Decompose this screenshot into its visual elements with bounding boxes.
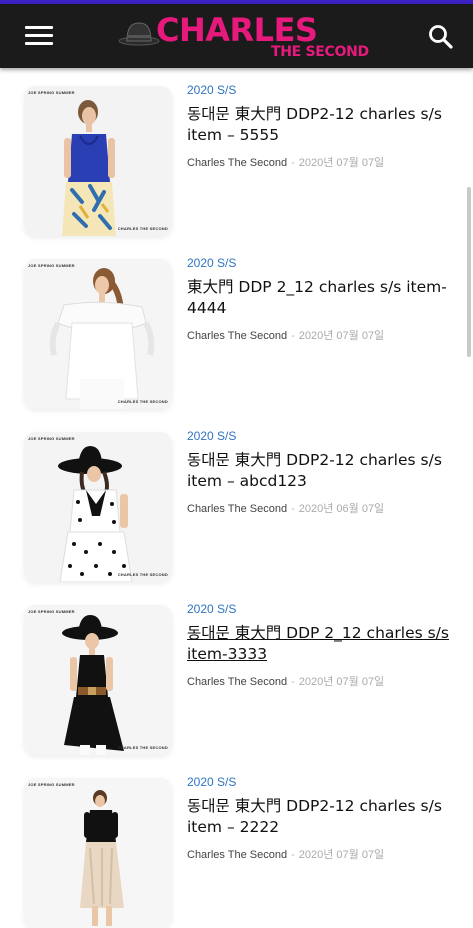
- post-title-link[interactable]: 동대문 東大門 DDP2-12 charles s/s item – 5555: [187, 104, 457, 146]
- post-date: 2020년 07월 07일: [298, 849, 385, 861]
- hat-logo-icon: [118, 22, 160, 46]
- post-author[interactable]: Charles The Second: [187, 330, 287, 342]
- model-photo-4: [24, 605, 172, 755]
- post-author[interactable]: Charles The Second: [187, 157, 287, 169]
- post-card[interactable]: JOE SPRING SUMMER CHARLES THE SECOND 202…: [0, 587, 473, 755]
- brand-logo[interactable]: CHARLES THE SECOND: [116, 8, 369, 66]
- thumb-label-top: JOE SPRING SUMMER: [28, 436, 75, 441]
- post-category-link[interactable]: 2020 S/S: [187, 256, 236, 270]
- thumb-label-bottom: CHARLES THE SECOND: [117, 745, 168, 750]
- post-title-link[interactable]: 東大門 DDP 2_12 charles s/s item-4444: [187, 277, 457, 319]
- post-title-link[interactable]: 동대문 東大門 DDP 2_12 charles s/s item-3333: [187, 623, 457, 665]
- app-header: CHARLES THE SECOND: [0, 4, 473, 68]
- post-thumbnail[interactable]: JOE SPRING SUMMER CHARLES THE SECOND: [24, 86, 172, 236]
- thumb-label-top: JOE SPRING SUMMER: [28, 782, 75, 787]
- thumb-label-top: JOE SPRING SUMMER: [28, 263, 75, 268]
- post-meta: Charles The Second -2020년 06월 07일: [187, 503, 385, 515]
- post-meta: Charles The Second -2020년 07월 07일: [187, 157, 385, 169]
- post-card[interactable]: JOE SPRING SUMMER CHARLES THE SECOND 202…: [0, 241, 473, 409]
- post-author[interactable]: Charles The Second: [187, 503, 287, 515]
- post-date: 2020년 06월 07일: [298, 503, 385, 515]
- post-date: 2020년 07월 07일: [298, 157, 385, 169]
- logo-title: CHARLES: [156, 11, 318, 49]
- model-photo-1: [24, 86, 172, 236]
- search-icon[interactable]: [427, 23, 455, 51]
- post-card[interactable]: JOE SPRING SUMMER CHARLES THE SECOND 202…: [0, 68, 473, 236]
- post-category-link[interactable]: 2020 S/S: [187, 429, 236, 443]
- post-thumbnail[interactable]: JOE SPRING SUMMER CHARLES THE SECOND: [24, 605, 172, 755]
- post-meta: Charles The Second -2020년 07월 07일: [187, 330, 385, 342]
- post-author[interactable]: Charles The Second: [187, 676, 287, 688]
- model-photo-2: [24, 259, 172, 409]
- thumb-label-bottom: CHARLES THE SECOND: [117, 399, 168, 404]
- post-thumbnail[interactable]: JOE SPRING SUMMER CHARLES THE SECOND: [24, 259, 172, 409]
- post-thumbnail[interactable]: JOE SPRING SUMMER CHARLES THE SECOND: [24, 432, 172, 582]
- thumb-label-bottom: CHARLES THE SECOND: [117, 226, 168, 231]
- post-date: 2020년 07월 07일: [298, 676, 385, 688]
- logo-subtitle: THE SECOND: [271, 44, 369, 60]
- post-thumbnail[interactable]: JOE SPRING SUMMER: [24, 778, 172, 928]
- model-photo-5: [24, 778, 172, 928]
- post-category-link[interactable]: 2020 S/S: [187, 602, 236, 616]
- post-category-link[interactable]: 2020 S/S: [187, 83, 236, 97]
- post-card[interactable]: JOE SPRING SUMMER 2020 S/S 동대문 東大門 DDP2-…: [0, 760, 473, 928]
- thumb-label-top: JOE SPRING SUMMER: [28, 90, 75, 95]
- model-photo-3: [24, 432, 172, 582]
- post-meta: Charles The Second -2020년 07월 07일: [187, 676, 385, 688]
- post-title-link[interactable]: 동대문 東大門 DDP2-12 charles s/s item – 2222: [187, 796, 457, 838]
- post-date: 2020년 07월 07일: [298, 330, 385, 342]
- thumb-label-bottom: CHARLES THE SECOND: [117, 572, 168, 577]
- post-card[interactable]: JOE SPRING SUMMER CHARLES THE SECOND 202…: [0, 414, 473, 582]
- post-title-link[interactable]: 동대문 東大門 DDP2-12 charles s/s item – abcd1…: [187, 450, 457, 492]
- post-author[interactable]: Charles The Second: [187, 849, 287, 861]
- post-list: JOE SPRING SUMMER CHARLES THE SECOND 202…: [0, 68, 473, 928]
- scrollbar-thumb[interactable]: [467, 187, 471, 357]
- post-meta: Charles The Second -2020년 07월 07일: [187, 849, 385, 861]
- hamburger-menu-icon[interactable]: [25, 24, 55, 48]
- thumb-label-top: JOE SPRING SUMMER: [28, 609, 75, 614]
- post-category-link[interactable]: 2020 S/S: [187, 775, 236, 789]
